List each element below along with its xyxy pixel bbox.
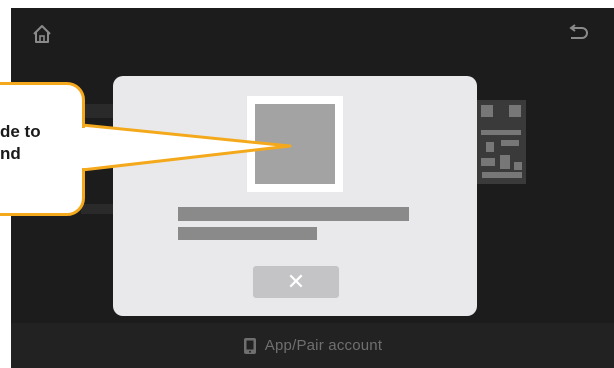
callout-line-1: de to — [0, 122, 41, 141]
callout-text: de to nd — [0, 121, 41, 165]
callout-seam-cover — [80, 128, 86, 168]
callout-line-2: nd — [0, 144, 21, 163]
